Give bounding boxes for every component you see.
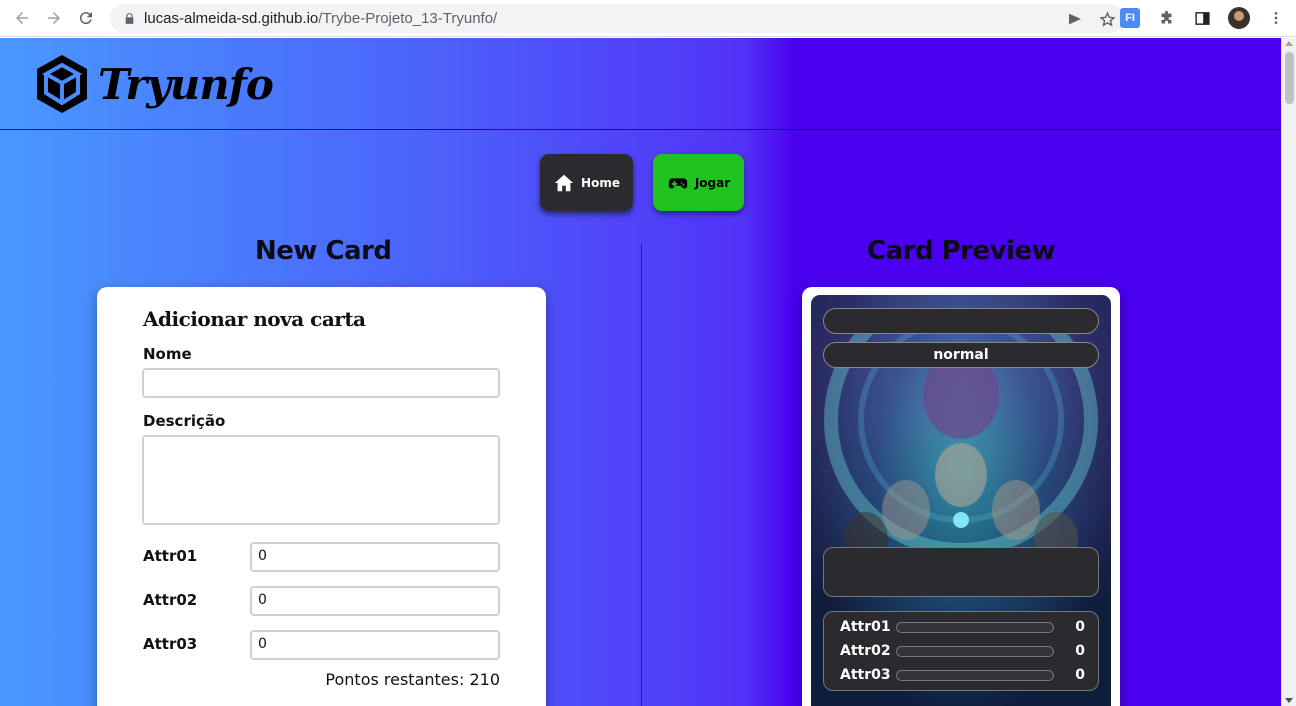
card-preview: normal Attr01 0 Attr02 0 Attr03 0: [811, 295, 1111, 706]
card-preview-title: Card Preview: [867, 236, 1056, 266]
lock-icon[interactable]: [122, 12, 136, 26]
new-card-title: New Card: [255, 236, 392, 266]
scrollbar-thumb[interactable]: [1285, 52, 1294, 104]
scroll-up-arrow-icon[interactable]: [1285, 41, 1293, 46]
card-attr-row: Attr01 0: [840, 618, 1090, 636]
profile-avatar[interactable]: [1228, 7, 1250, 29]
extensions-puzzle-icon[interactable]: [1156, 8, 1176, 28]
card-attr2-label: Attr02: [840, 643, 891, 659]
home-button[interactable]: Home: [540, 154, 633, 211]
card-attr2-value: 0: [1075, 643, 1085, 659]
main-nav: Home Jogar: [540, 154, 744, 211]
name-input[interactable]: [142, 368, 500, 398]
brand-name: Tryunfo: [98, 59, 274, 109]
card-attr1-value: 0: [1075, 619, 1085, 635]
bookmark-star-icon[interactable]: [1098, 10, 1116, 28]
card-attr3-label: Attr03: [840, 667, 891, 683]
card-name: [823, 308, 1099, 334]
card-attributes: Attr01 0 Attr02 0 Attr03 0: [823, 611, 1099, 691]
description-textarea[interactable]: [142, 435, 500, 525]
extension-badge-icon[interactable]: FI: [1120, 8, 1140, 28]
card-attr2-bar: [895, 645, 1055, 657]
back-icon[interactable]: [10, 6, 34, 30]
attr3-label: Attr03: [143, 635, 198, 653]
card-attr1-bar: [895, 621, 1055, 633]
reload-icon[interactable]: [74, 6, 98, 30]
card-preview-frame: normal Attr01 0 Attr02 0 Attr03 0: [802, 287, 1120, 706]
card-attr3-bar: [895, 669, 1055, 681]
forward-icon[interactable]: [42, 6, 66, 30]
browser-toolbar: lucas-almeida-sd.github.io/Trybe-Projeto…: [0, 0, 1296, 37]
scroll-down-arrow-icon[interactable]: [1285, 698, 1293, 703]
site-header: Tryunfo: [0, 38, 1281, 130]
logo[interactable]: Tryunfo: [34, 53, 274, 115]
gamepad-icon: [668, 177, 687, 188]
section-divider: [641, 243, 642, 706]
address-bar[interactable]: lucas-almeida-sd.github.io/Trybe-Projeto…: [110, 4, 1124, 33]
play-button-label: Jogar: [694, 175, 731, 190]
new-card-form: Adicionar nova carta Nome Descrição Attr…: [97, 287, 546, 706]
card-attr3-value: 0: [1075, 667, 1085, 683]
home-icon: [554, 174, 574, 191]
card-rarity: normal: [823, 342, 1099, 368]
side-panel-icon[interactable]: [1192, 8, 1212, 28]
name-label: Nome: [143, 345, 192, 363]
send-icon[interactable]: [1066, 10, 1084, 28]
attr3-input[interactable]: 0: [250, 630, 500, 660]
card-attr-row: Attr03 0: [840, 666, 1090, 684]
card-attr1-label: Attr01: [840, 619, 891, 635]
form-heading: Adicionar nova carta: [143, 307, 366, 331]
url-text: lucas-almeida-sd.github.io/Trybe-Projeto…: [144, 10, 498, 27]
attr1-input[interactable]: 0: [250, 542, 500, 572]
cube-logo-icon: [37, 55, 87, 113]
play-button[interactable]: Jogar: [653, 154, 744, 211]
attr2-input[interactable]: 0: [250, 586, 500, 616]
card-attr-row: Attr02 0: [840, 642, 1090, 660]
card-description: [823, 547, 1099, 597]
description-label: Descrição: [143, 412, 226, 430]
page-scrollbar[interactable]: [1281, 38, 1296, 706]
menu-kebab-icon[interactable]: [1266, 8, 1286, 28]
home-button-label: Home: [581, 175, 620, 190]
attr2-label: Attr02: [143, 591, 198, 609]
page: Tryunfo Home Jogar New Card Card Preview…: [0, 38, 1281, 706]
remaining-points: Pontos restantes: 210: [325, 670, 500, 689]
attr1-label: Attr01: [143, 547, 198, 565]
